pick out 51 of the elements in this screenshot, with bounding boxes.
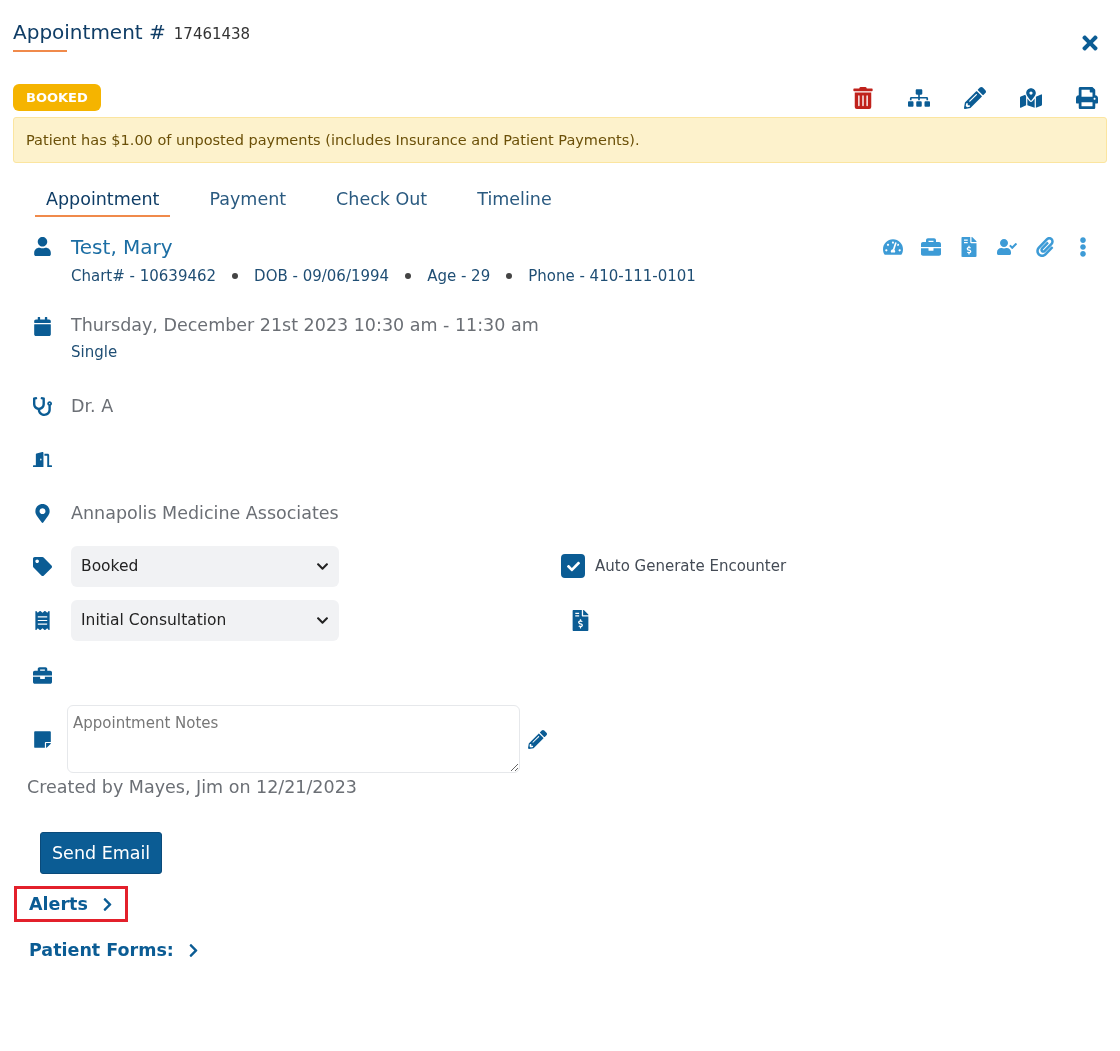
patient-detail: DOB - 09/06/1994 <box>254 267 390 285</box>
trash-icon[interactable] <box>852 86 874 109</box>
separator-dot <box>232 273 239 279</box>
window-title: Appointment # <box>13 20 166 52</box>
created-by-text: Created by Mayes, Jim on 12/21/2023 <box>27 777 358 797</box>
status-select[interactable]: Booked <box>71 545 339 587</box>
separator-dot <box>405 273 412 279</box>
tag-icon <box>32 556 52 576</box>
patient-detail: Chart# - 10639462 <box>71 267 217 285</box>
check-icon <box>566 559 580 573</box>
expand-link[interactable]: Patient Forms: <box>14 932 214 968</box>
patient-name: Test, Mary <box>71 235 173 259</box>
paperclip-icon <box>1035 237 1055 257</box>
print-icon[interactable] <box>1076 86 1098 109</box>
sitemap-icon[interactable] <box>908 86 930 109</box>
person-icon <box>32 237 52 256</box>
checkbox[interactable] <box>561 554 585 578</box>
separator-dot <box>506 273 513 279</box>
alert-banner: Patient has $1.00 of unposted payments (includes Insurance and Patient Payments). <box>13 117 1107 163</box>
appointment-number: 17461438 <box>173 25 251 43</box>
invoice-icon <box>570 609 591 631</box>
briefcase-icon <box>921 237 941 257</box>
patient-detail: Age - 29 <box>427 267 491 285</box>
appointment-type: Single <box>71 343 119 361</box>
receipt-icon <box>32 610 52 630</box>
expand-link[interactable]: Alerts <box>14 886 128 922</box>
notes-field[interactable]: Appointment Notes <box>67 705 520 773</box>
sticky-note-icon <box>32 729 52 749</box>
pencil-icon[interactable] <box>964 86 986 109</box>
invoice-icon <box>959 237 979 257</box>
checkbox-label: Auto Generate Encounter <box>595 557 787 575</box>
stethoscope-icon <box>32 396 52 416</box>
location-name: Annapolis Medicine Associates <box>71 503 339 523</box>
gauge-icon <box>883 237 903 257</box>
door-icon <box>32 449 52 469</box>
visit-type-select[interactable]: Initial Consultation <box>71 599 339 641</box>
provider-name: Dr. A <box>71 396 114 416</box>
send-email-button[interactable]: Send Email <box>40 832 163 874</box>
briefcase-icon <box>32 665 52 685</box>
tab[interactable]: Timeline <box>466 183 563 217</box>
tab[interactable]: Check Out <box>325 183 439 217</box>
user-check-icon <box>997 237 1017 257</box>
appointment-datetime: Thursday, December 21st 2023 10:30 am - 11:30 am <box>71 315 540 335</box>
tab[interactable]: Payment <box>198 183 298 217</box>
status-badge: BOOKED <box>13 84 101 111</box>
map-icon[interactable] <box>1020 86 1042 109</box>
location-pin-icon <box>32 503 52 523</box>
pencil-icon[interactable] <box>528 729 547 749</box>
tab[interactable]: Appointment <box>35 183 171 217</box>
calendar-icon <box>32 317 52 336</box>
patient-detail: Phone - 410-111-0101 <box>528 267 696 285</box>
